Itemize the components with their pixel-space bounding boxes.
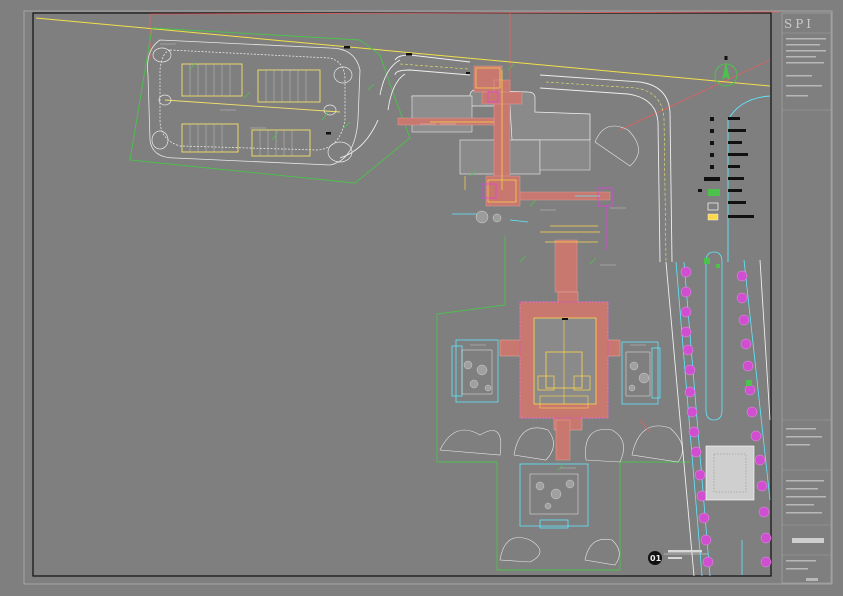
drawing-border <box>32 12 772 577</box>
south-building-detail <box>535 479 575 510</box>
east-pavilion-detail <box>628 361 650 392</box>
street-trees <box>680 266 772 568</box>
feature-circles <box>475 210 502 224</box>
site-plan-sheet: SPI 01 <box>23 10 833 585</box>
west-pavilion-detail <box>463 360 492 392</box>
east-pavilion <box>621 341 661 405</box>
section-marker-icon: 01 <box>648 550 708 565</box>
site-boundary <box>129 27 411 184</box>
plaza-east <box>705 445 755 501</box>
legend <box>698 117 754 221</box>
title-block: SPI <box>781 12 832 584</box>
drawing-number: 01 <box>650 554 662 563</box>
company-logo: SPI <box>784 17 814 31</box>
parking-lot <box>147 39 361 166</box>
parking-stall-ticks <box>189 64 307 156</box>
courtyard-compound <box>499 291 621 461</box>
parking-stalls <box>164 63 341 157</box>
east-road <box>665 95 771 577</box>
west-pavilion <box>451 339 499 403</box>
annotation-tags <box>326 46 568 320</box>
